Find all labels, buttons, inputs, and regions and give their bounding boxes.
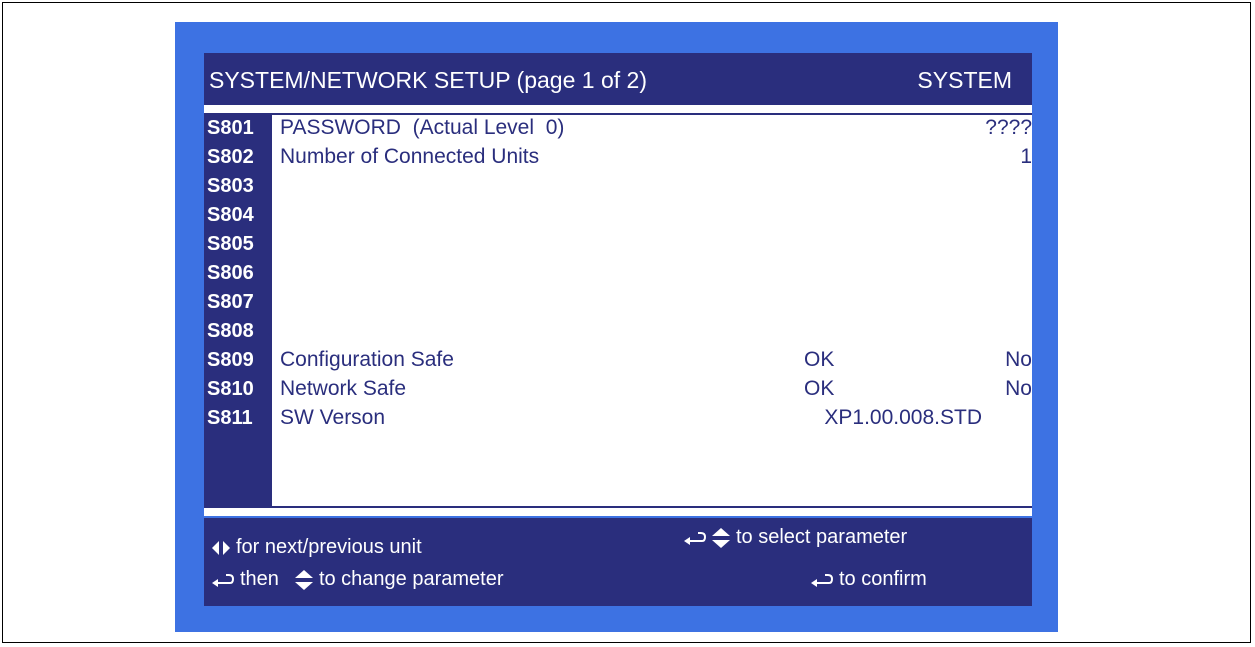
param-label: Network Safe xyxy=(280,377,407,400)
device-screen: SYSTEM/NETWORK SETUP (page 1 of 2) SYSTE… xyxy=(175,22,1058,632)
hint-select-text: to select parameter xyxy=(736,526,908,548)
param-code: S811 xyxy=(207,407,253,429)
param-label: SW Verson xyxy=(280,406,386,429)
hint-change-text: to change parameter xyxy=(318,568,504,590)
enter-return-icon xyxy=(811,573,833,587)
param-code: S810 xyxy=(207,378,254,400)
param-value: No xyxy=(1005,377,1032,400)
param-value: No xyxy=(1005,348,1032,371)
title-bar: SYSTEM/NETWORK SETUP (page 1 of 2) SYSTE… xyxy=(204,53,1032,105)
param-row-s811[interactable]: S811 SW Verson XP1.00.008.STD xyxy=(204,405,1032,434)
param-row-s801[interactable]: S801 PASSWORD (Actual Level 0) ???? xyxy=(204,115,1032,144)
enter-return-icon xyxy=(684,531,706,545)
hint-select-parameter: to select parameter xyxy=(684,526,907,549)
param-row-s807[interactable]: S807 xyxy=(204,289,1032,318)
hint-next-previous: for next/previous unit xyxy=(212,536,422,559)
param-code: S808 xyxy=(207,320,254,342)
bottom-separator xyxy=(204,506,1032,508)
up-down-arrows-icon xyxy=(294,569,313,590)
hint-change-parameter: then to change parameter xyxy=(212,568,504,591)
left-right-arrows-icon xyxy=(212,540,230,556)
hint-then-text: then xyxy=(240,568,279,590)
param-status: OK xyxy=(804,377,835,400)
param-code: S805 xyxy=(207,233,254,255)
param-code: S809 xyxy=(207,349,254,371)
param-label: PASSWORD (Actual Level 0) xyxy=(280,116,565,139)
param-row-s803[interactable]: S803 xyxy=(204,173,1032,202)
hint-next-previous-text: for next/previous unit xyxy=(236,536,422,558)
param-code: S801 xyxy=(207,117,254,139)
param-row-s802[interactable]: S802 Number of Connected Units 1 xyxy=(204,144,1032,173)
param-code: S803 xyxy=(207,175,254,197)
param-value: 1 xyxy=(1020,145,1032,168)
param-row-s805[interactable]: S805 xyxy=(204,231,1032,260)
param-status: OK xyxy=(804,348,835,371)
page-title: SYSTEM/NETWORK SETUP (page 1 of 2) xyxy=(209,67,647,93)
param-row-s809[interactable]: S809 Configuration Safe OK No xyxy=(204,347,1032,376)
param-label: Number of Connected Units xyxy=(280,145,540,168)
param-code: S806 xyxy=(207,262,254,284)
param-row-s808[interactable]: S808 xyxy=(204,318,1032,347)
param-code: S804 xyxy=(207,204,254,226)
help-footer: for next/previous unit then to change pa… xyxy=(204,518,1032,606)
parameter-panel: S801 PASSWORD (Actual Level 0) ???? S802… xyxy=(204,105,1032,516)
hint-confirm: to confirm xyxy=(811,568,927,591)
param-row-s806[interactable]: S806 xyxy=(204,260,1032,289)
param-code: S802 xyxy=(207,146,254,168)
param-row-s804[interactable]: S804 xyxy=(204,202,1032,231)
enter-return-icon xyxy=(212,573,234,587)
param-code: S807 xyxy=(207,291,254,313)
param-value: ???? xyxy=(985,116,1032,139)
param-value: XP1.00.008.STD xyxy=(824,406,982,429)
up-down-arrows-icon xyxy=(712,527,730,548)
param-label: Configuration Safe xyxy=(280,348,454,371)
hint-confirm-text: to confirm xyxy=(839,568,927,590)
mode-indicator: SYSTEM xyxy=(917,67,1012,93)
param-row-s810[interactable]: S810 Network Safe OK No xyxy=(204,376,1032,405)
